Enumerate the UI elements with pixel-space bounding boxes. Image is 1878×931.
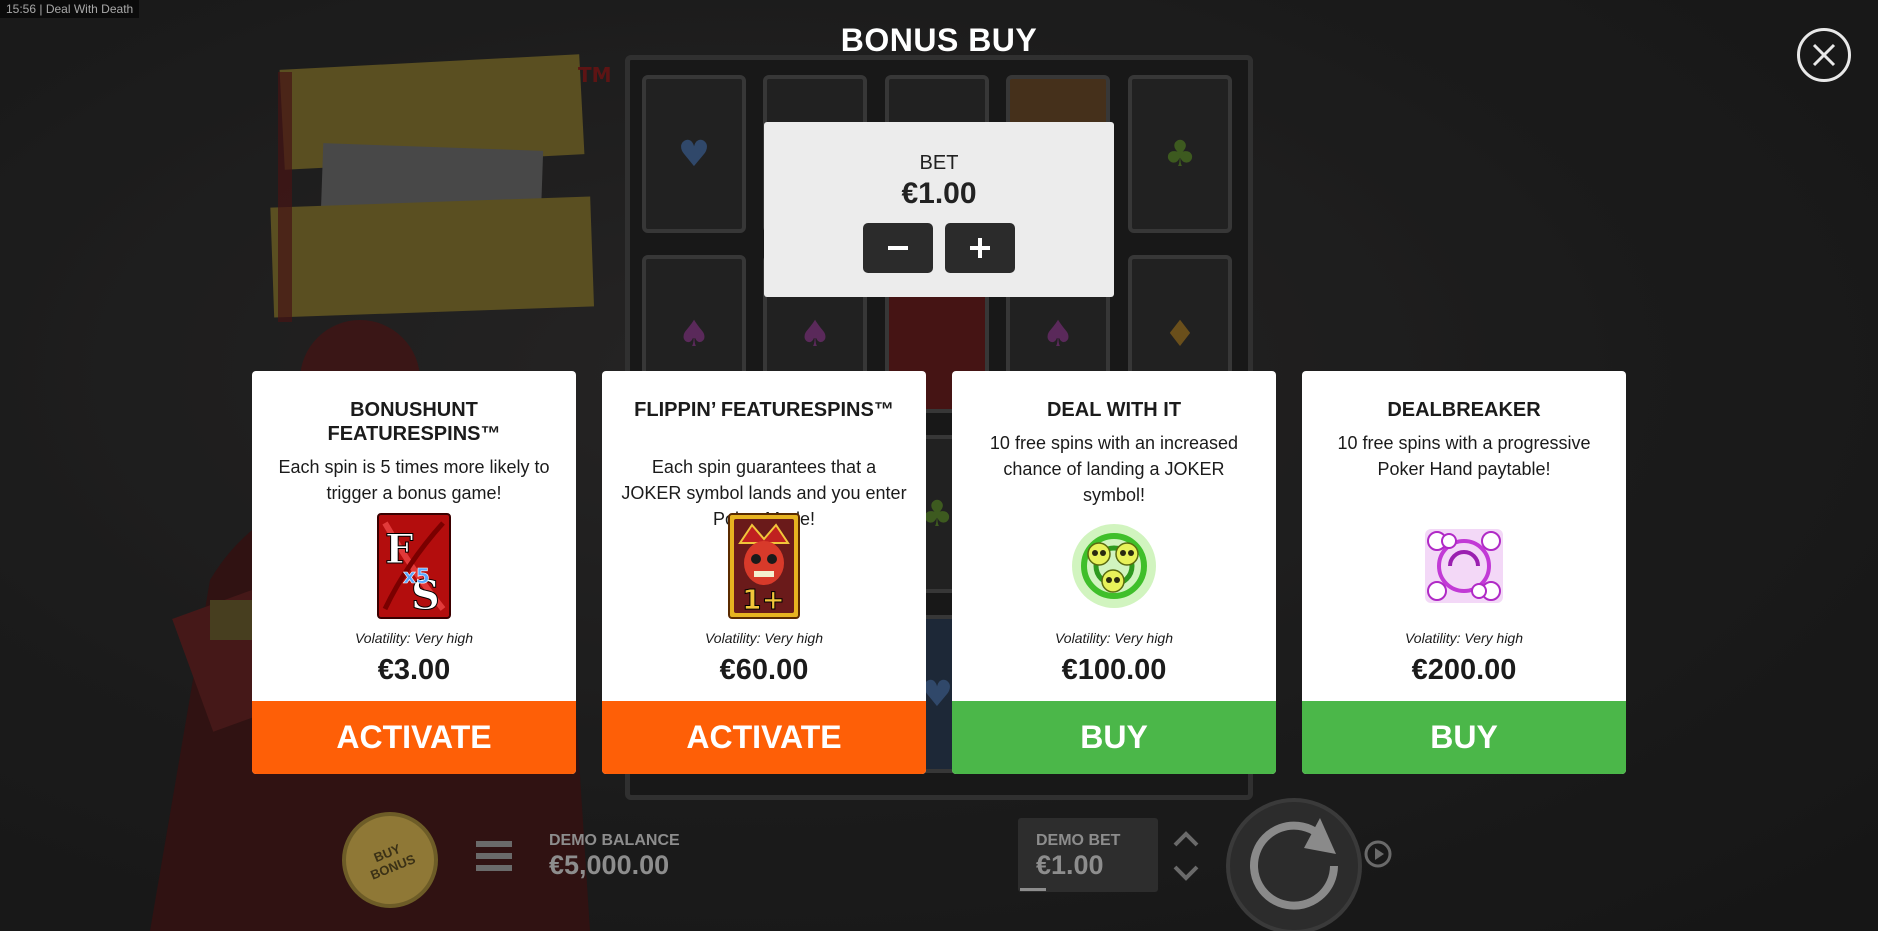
bet-panel: BET €1.00 — [764, 122, 1114, 297]
activate-button[interactable]: ACTIVATE — [602, 701, 926, 774]
card-title: DEAL WITH IT — [1046, 399, 1182, 421]
svg-text:x5: x5 — [403, 564, 430, 588]
buy-bonus-label: BUY BONUS — [368, 840, 418, 883]
bonus-card-bonushunt: BONUSHUNT FEATURESPINS™ Each spin is 5 t… — [252, 371, 576, 774]
menu-button[interactable] — [474, 838, 514, 874]
fs-x5-card-icon: F S x5 — [377, 513, 451, 619]
card-description: 10 free spins with an increased chance o… — [989, 433, 1239, 505]
bonus-card-deal-with-it: DEAL WITH IT 10 free spins with an incre… — [952, 371, 1276, 774]
chevron-down-icon — [1173, 865, 1199, 881]
card-title: FLIPPIN’ FEATURESPINS™ — [634, 399, 894, 421]
card-price: €200.00 — [1411, 654, 1517, 686]
bet-label: BET — [919, 152, 959, 174]
card-price: €100.00 — [1061, 654, 1167, 686]
bet-up-button[interactable] — [1172, 828, 1200, 850]
demo-bet-value: €1.00 — [1036, 850, 1104, 880]
autoplay-button[interactable] — [1362, 838, 1394, 870]
card-volatility: Volatility: Very high — [704, 630, 823, 646]
increase-bet-button[interactable] — [945, 223, 1015, 273]
card-volatility: Volatility: Very high — [1404, 630, 1523, 646]
card-price: €60.00 — [719, 654, 809, 686]
activate-button[interactable]: ACTIVATE — [252, 701, 576, 774]
close-icon — [1812, 43, 1836, 67]
buy-button[interactable]: BUY — [1302, 701, 1626, 774]
demo-balance-value: €5,000.00 — [549, 850, 670, 880]
hamburger-menu-icon — [476, 841, 512, 871]
buy-button[interactable]: BUY — [952, 701, 1276, 774]
autoplay-icon — [1364, 840, 1392, 868]
decrease-bet-button[interactable] — [863, 223, 933, 273]
bet-value: €1.00 — [901, 177, 977, 210]
bonus-card-flippin: FLIPPIN’ FEATURESPINS™ Each spin guarant… — [602, 371, 926, 774]
card-volatility: Volatility: Very high — [1054, 630, 1173, 646]
bet-level-indicator — [1020, 888, 1046, 891]
card-price: €3.00 — [377, 654, 451, 686]
spin-button[interactable] — [1218, 796, 1370, 931]
card-volatility: Volatility: Very high — [354, 630, 473, 646]
demo-bet-label: DEMO BET — [1036, 832, 1121, 849]
card-title: BONUSHUNT FEATURESPINS™ — [327, 399, 501, 445]
purple-skulls-icon — [1425, 529, 1503, 603]
bonus-buy-title: BONUS BUY — [840, 22, 1038, 58]
minus-icon — [888, 246, 908, 250]
chevron-up-icon — [1173, 831, 1199, 847]
bet-down-button[interactable] — [1172, 862, 1200, 884]
plus-icon — [970, 238, 990, 258]
spin-arrow-icon — [1226, 798, 1362, 931]
card-description: 10 free spins with a progressive Poker H… — [1337, 433, 1591, 479]
demo-balance-label: DEMO BALANCE — [549, 832, 680, 849]
card-description: Each spin is 5 times more likely to trig… — [278, 457, 550, 503]
card-title: DEALBREAKER — [1387, 399, 1541, 421]
bonus-card-dealbreaker: DEALBREAKER 10 free spins with a progres… — [1302, 371, 1626, 774]
svg-text:1+: 1+ — [742, 583, 785, 616]
close-button[interactable] — [1797, 28, 1851, 82]
joker-card-icon: 1+ — [728, 513, 800, 619]
green-skulls-icon — [1072, 524, 1156, 608]
